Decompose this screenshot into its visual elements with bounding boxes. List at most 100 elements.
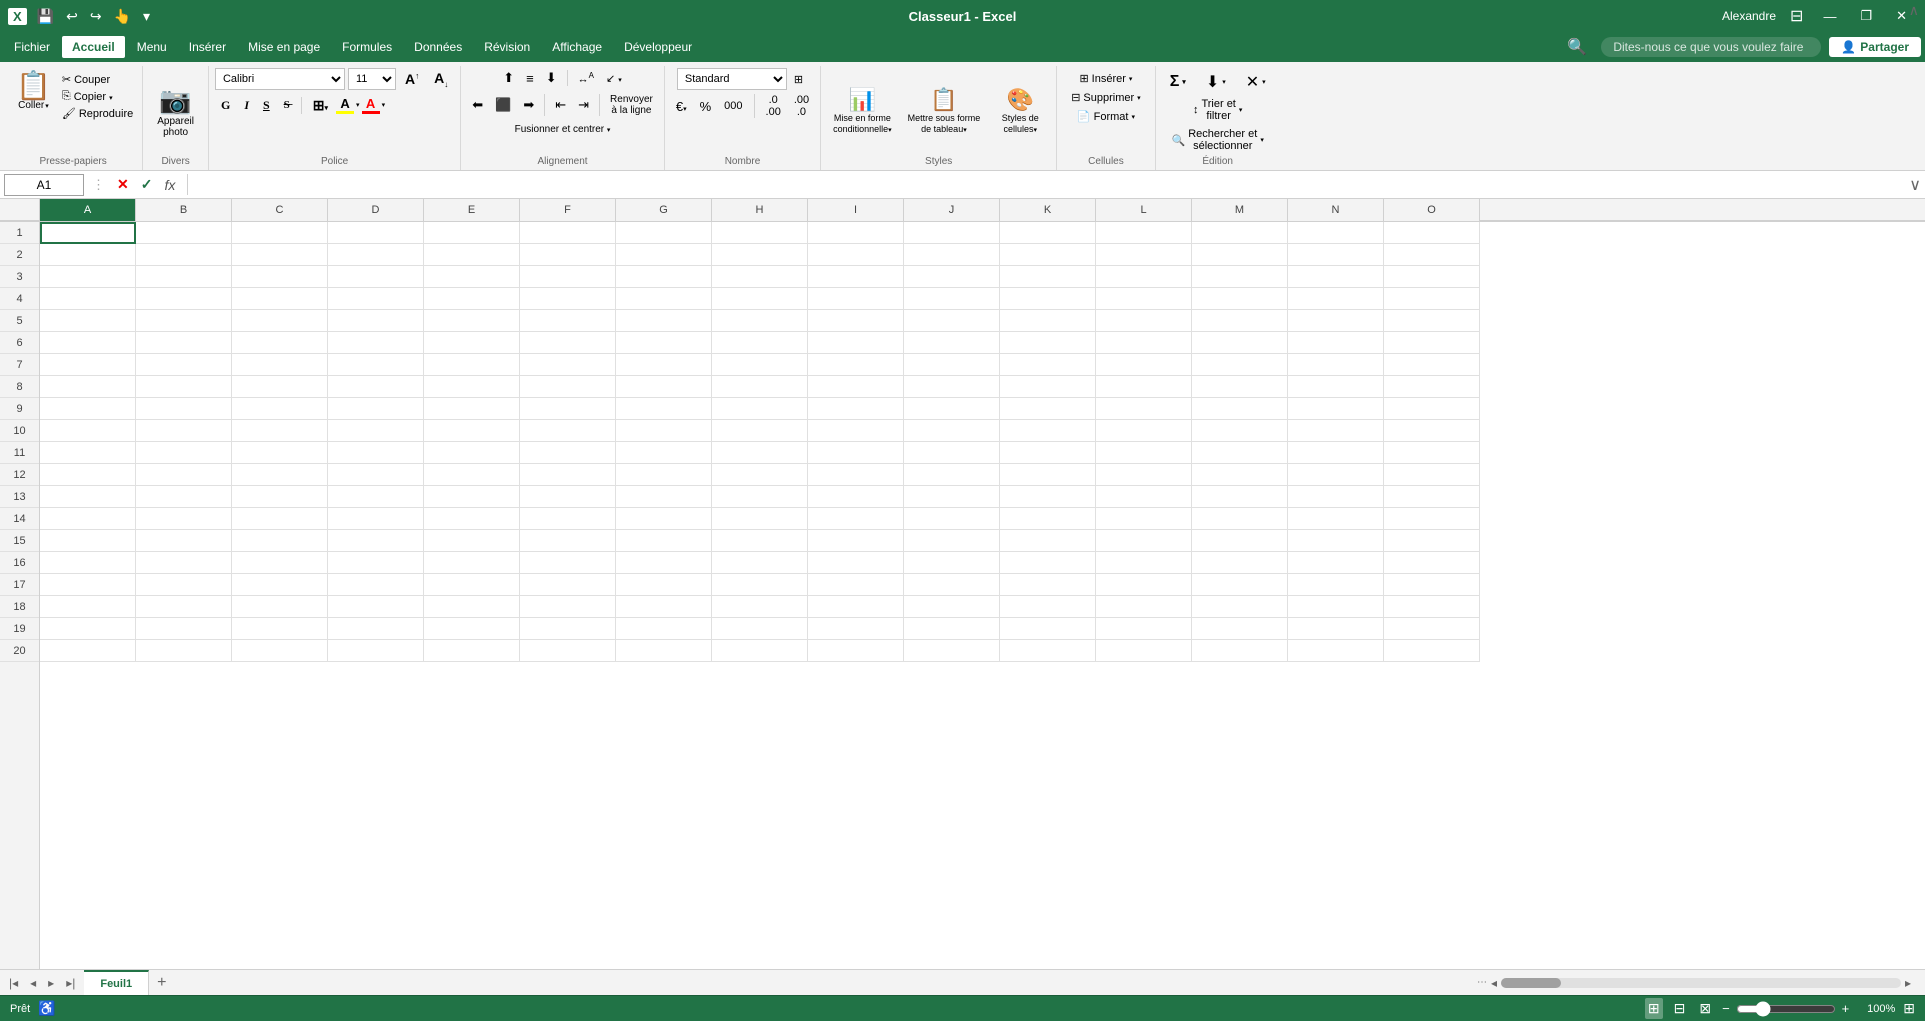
cell-F20[interactable] (520, 640, 616, 662)
cell-C8[interactable] (232, 376, 328, 398)
col-header-k[interactable]: K (1000, 199, 1096, 221)
cell-F19[interactable] (520, 618, 616, 640)
font-color-button[interactable]: A (362, 96, 380, 114)
cell-A9[interactable] (40, 398, 136, 420)
cell-A7[interactable] (40, 354, 136, 376)
cell-E18[interactable] (424, 596, 520, 618)
cell-J9[interactable] (904, 398, 1000, 420)
row-number-5[interactable]: 5 (0, 310, 39, 332)
increase-indent-button[interactable]: ⇥ (573, 95, 594, 115)
cell-F14[interactable] (520, 508, 616, 530)
cell-F5[interactable] (520, 310, 616, 332)
cell-F8[interactable] (520, 376, 616, 398)
mettre-sous-forme-de-tableau-button[interactable]: 📋 Mettre sous formede tableau▾ (902, 83, 987, 139)
cell-B6[interactable] (136, 332, 232, 354)
cell-N8[interactable] (1288, 376, 1384, 398)
cell-J6[interactable] (904, 332, 1000, 354)
cell-I12[interactable] (808, 464, 904, 486)
col-header-j[interactable]: J (904, 199, 1000, 221)
cell-B13[interactable] (136, 486, 232, 508)
cell-A4[interactable] (40, 288, 136, 310)
cell-B10[interactable] (136, 420, 232, 442)
cell-M13[interactable] (1192, 486, 1288, 508)
cell-I14[interactable] (808, 508, 904, 530)
find-select-button[interactable]: 🔍 Rechercher etsélectionner ▾ (1164, 126, 1272, 154)
cell-A5[interactable] (40, 310, 136, 332)
cell-F1[interactable] (520, 222, 616, 244)
redo-button[interactable]: ↪ (86, 7, 106, 26)
cell-F16[interactable] (520, 552, 616, 574)
cell-N19[interactable] (1288, 618, 1384, 640)
cell-C16[interactable] (232, 552, 328, 574)
cell-L14[interactable] (1096, 508, 1192, 530)
cell-F18[interactable] (520, 596, 616, 618)
cell-B8[interactable] (136, 376, 232, 398)
cell-C13[interactable] (232, 486, 328, 508)
font-grow-button[interactable]: A↑ (399, 69, 425, 89)
cell-M8[interactable] (1192, 376, 1288, 398)
couper-button[interactable]: ✂ Couper (59, 72, 136, 87)
cell-E2[interactable] (424, 244, 520, 266)
cell-H18[interactable] (712, 596, 808, 618)
borders-button[interactable]: ⊞▾ (307, 95, 334, 116)
cell-J5[interactable] (904, 310, 1000, 332)
font-color-arrow[interactable]: ▾ (382, 101, 386, 109)
mise-en-forme-conditionnelle-button[interactable]: 📊 Mise en formeconditionnelle▾ (827, 83, 898, 139)
menu-donnees[interactable]: Données (404, 36, 472, 58)
col-header-c[interactable]: C (232, 199, 328, 221)
cell-J17[interactable] (904, 574, 1000, 596)
cell-D16[interactable] (328, 552, 424, 574)
cell-B11[interactable] (136, 442, 232, 464)
cell-G14[interactable] (616, 508, 712, 530)
cell-C5[interactable] (232, 310, 328, 332)
cell-B7[interactable] (136, 354, 232, 376)
accessibility-button[interactable]: ♿ (38, 1000, 55, 1017)
cell-J14[interactable] (904, 508, 1000, 530)
cell-O15[interactable] (1384, 530, 1480, 552)
touch-mode-button[interactable]: 👆 (110, 7, 135, 26)
col-header-g[interactable]: G (616, 199, 712, 221)
zoom-out-button[interactable]: − (1722, 1001, 1730, 1016)
cell-C12[interactable] (232, 464, 328, 486)
cell-I20[interactable] (808, 640, 904, 662)
expand-formula-bar-button[interactable]: ∨ (1909, 175, 1921, 195)
cell-B9[interactable] (136, 398, 232, 420)
scroll-right-button[interactable]: ▸ (1905, 976, 1911, 990)
menu-affichage[interactable]: Affichage (542, 36, 612, 58)
cell-O20[interactable] (1384, 640, 1480, 662)
cell-N11[interactable] (1288, 442, 1384, 464)
cell-M18[interactable] (1192, 596, 1288, 618)
cell-K18[interactable] (1000, 596, 1096, 618)
cell-L17[interactable] (1096, 574, 1192, 596)
cell-F3[interactable] (520, 266, 616, 288)
cell-M4[interactable] (1192, 288, 1288, 310)
cell-A16[interactable] (40, 552, 136, 574)
row-number-8[interactable]: 8 (0, 376, 39, 398)
add-sheet-button[interactable]: + (149, 972, 174, 994)
cell-I15[interactable] (808, 530, 904, 552)
cell-C2[interactable] (232, 244, 328, 266)
cell-A15[interactable] (40, 530, 136, 552)
text-direction-button[interactable]: ↔A (573, 69, 599, 88)
cell-M5[interactable] (1192, 310, 1288, 332)
cell-M15[interactable] (1192, 530, 1288, 552)
cell-H6[interactable] (712, 332, 808, 354)
cell-A19[interactable] (40, 618, 136, 640)
strikethrough-button[interactable]: S̶ (278, 97, 296, 113)
cell-K16[interactable] (1000, 552, 1096, 574)
menu-fichier[interactable]: Fichier (4, 36, 60, 58)
cell-N9[interactable] (1288, 398, 1384, 420)
cell-O17[interactable] (1384, 574, 1480, 596)
row-number-10[interactable]: 10 (0, 420, 39, 442)
menu-inserer[interactable]: Insérer (179, 36, 236, 58)
cell-L13[interactable] (1096, 486, 1192, 508)
cell-J3[interactable] (904, 266, 1000, 288)
cell-I5[interactable] (808, 310, 904, 332)
cell-K6[interactable] (1000, 332, 1096, 354)
cell-G3[interactable] (616, 266, 712, 288)
cell-E4[interactable] (424, 288, 520, 310)
cell-G7[interactable] (616, 354, 712, 376)
restore-button[interactable]: ❐ (1850, 6, 1882, 26)
save-button[interactable]: 💾 (33, 7, 58, 26)
cell-C3[interactable] (232, 266, 328, 288)
